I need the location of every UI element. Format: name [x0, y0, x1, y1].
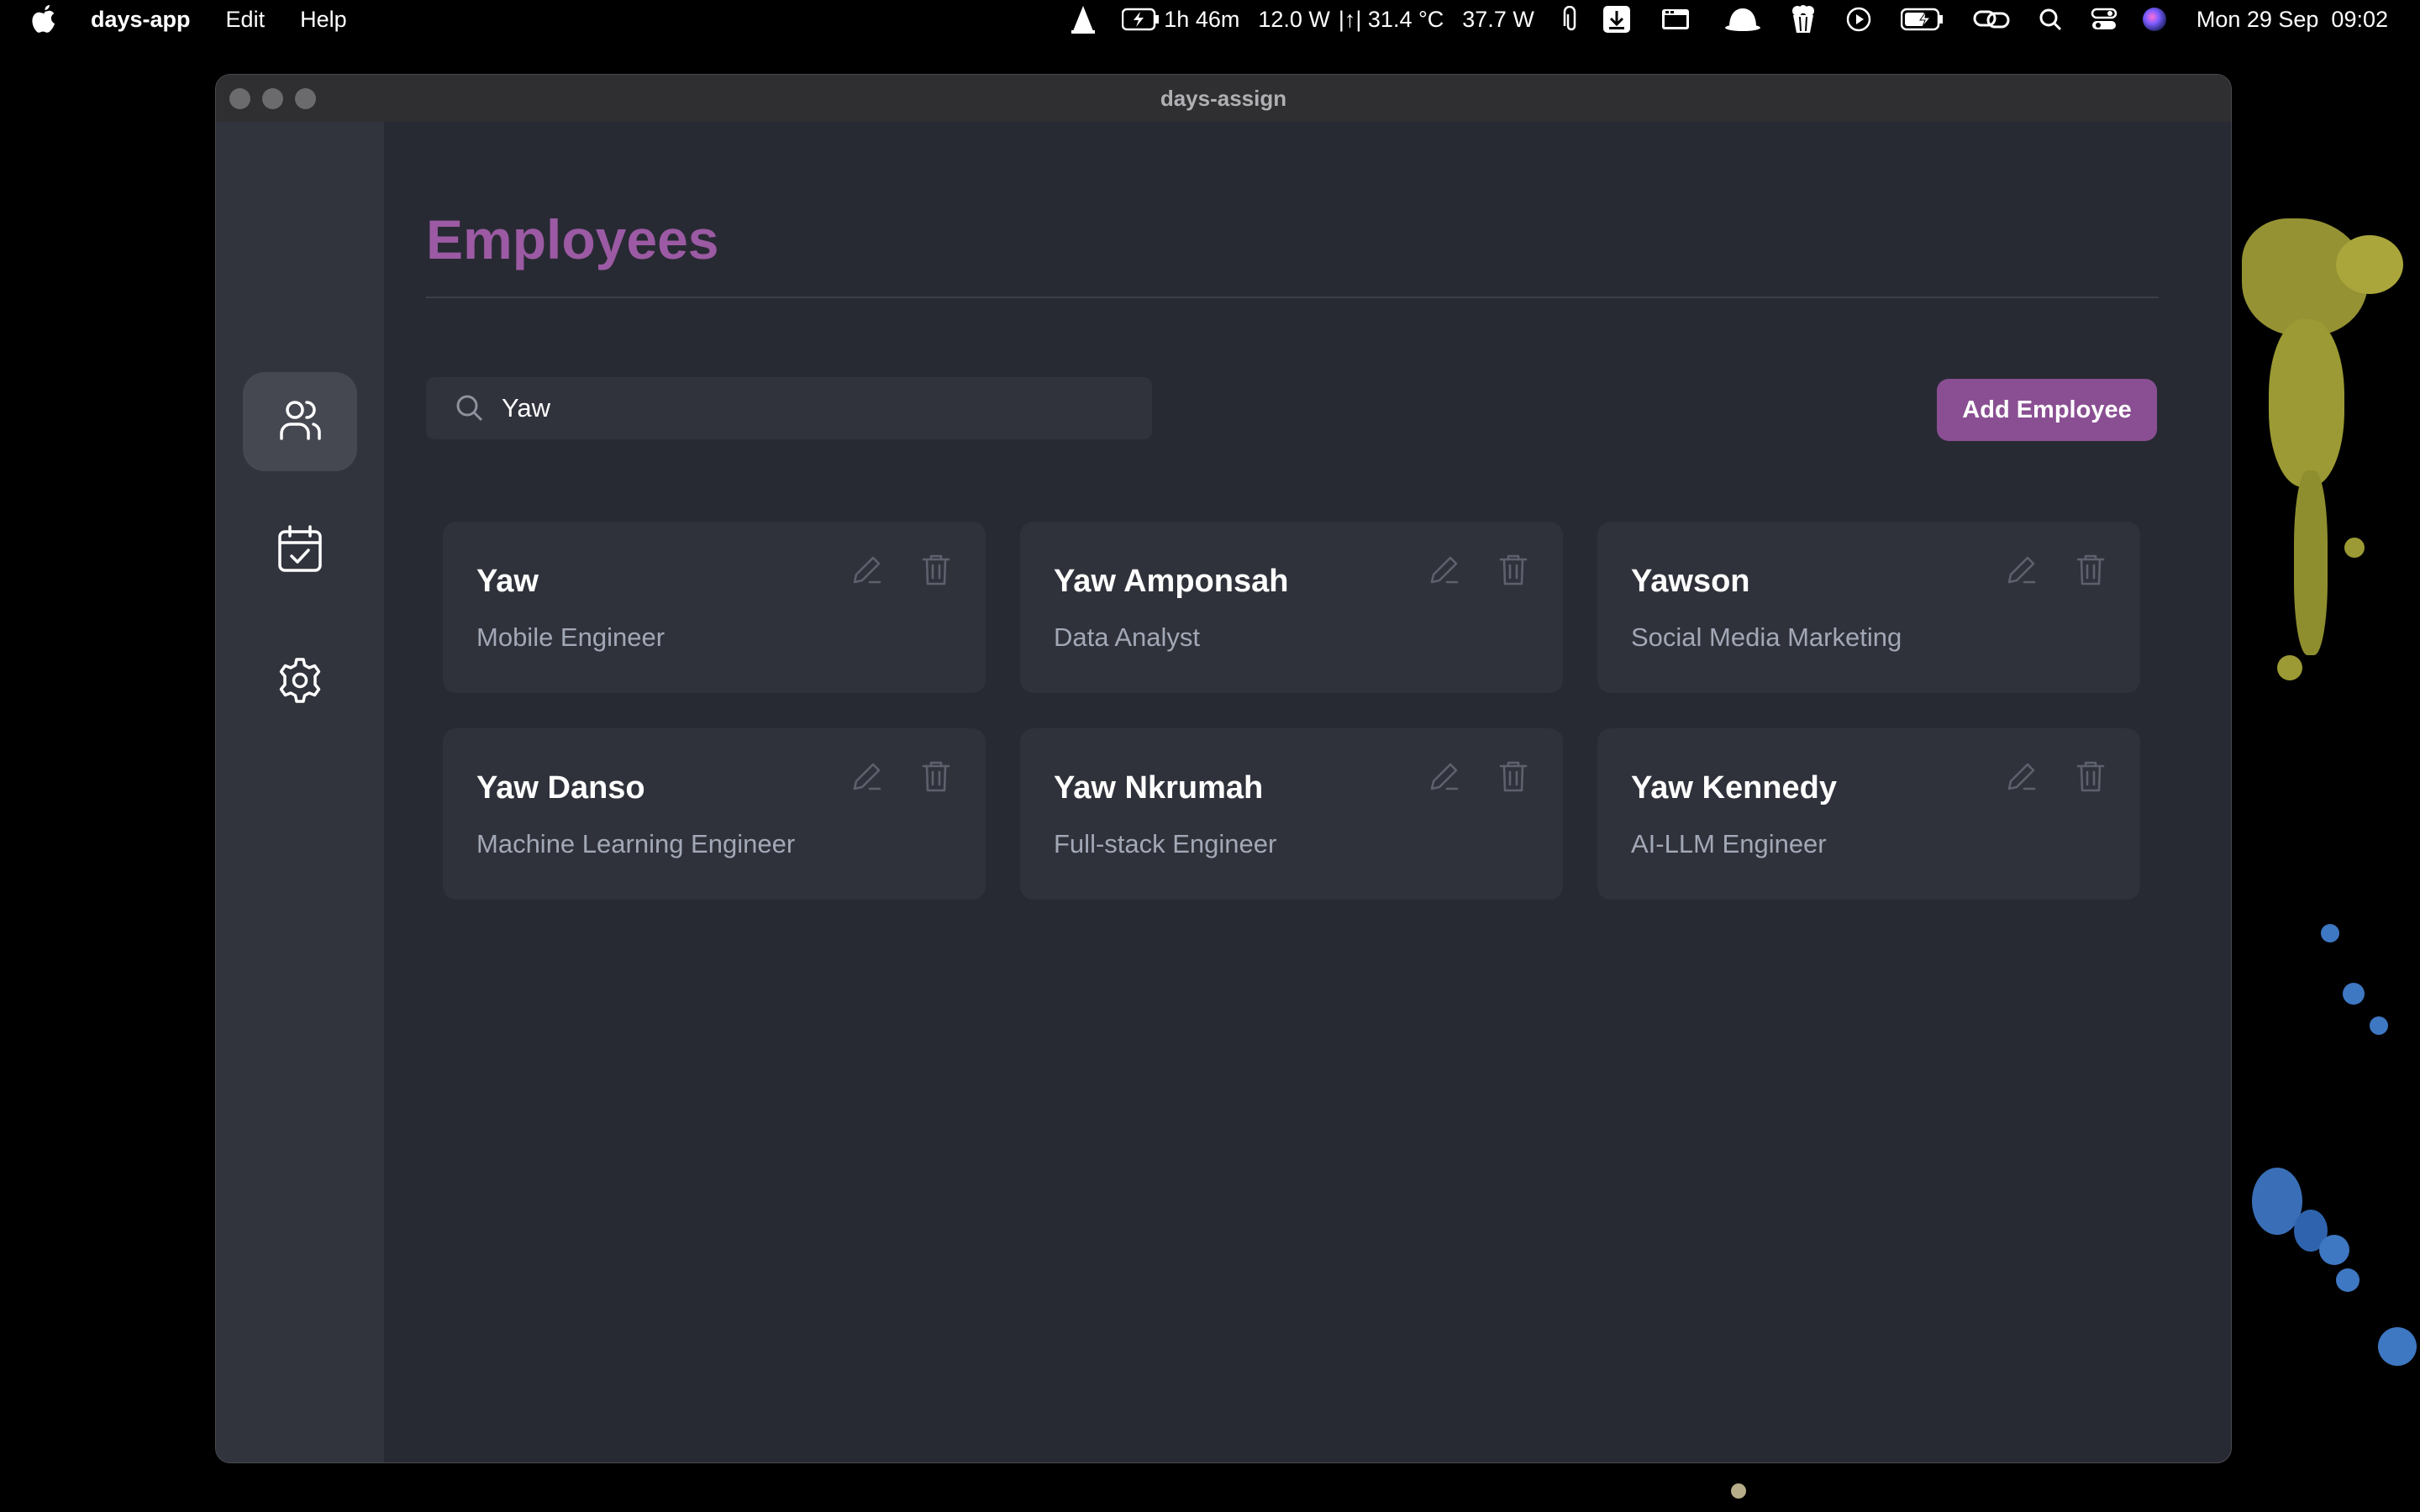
menu-app-name[interactable]: days-app [91, 7, 191, 33]
search-icon [455, 393, 485, 423]
employee-role: Full-stack Engineer [1054, 829, 1277, 858]
title-bar[interactable]: days-assign [216, 75, 2231, 122]
search-field[interactable] [426, 377, 1152, 439]
paperclip-icon[interactable] [1563, 6, 1580, 33]
page-title: Employees [426, 208, 719, 270]
employee-role: Machine Learning Engineer [476, 829, 796, 858]
employee-card[interactable]: Yaw Nkrumah Full-stack Engineer [1020, 728, 1563, 900]
trash-icon [1499, 554, 1528, 585]
menu-edit[interactable]: Edit [226, 7, 266, 33]
employee-name: Yaw Kennedy [1631, 770, 1837, 806]
delete-button[interactable] [2073, 759, 2108, 794]
employee-card[interactable]: Yaw Kennedy AI-LLM Engineer [1597, 728, 2140, 900]
menu-bar: days-app Edit Help 1h 46m 12.0 W |↑| 31.… [0, 0, 2420, 39]
employee-card[interactable]: Yaw Danso Machine Learning Engineer [443, 728, 986, 900]
power-draw: 37.7 W [1462, 6, 1534, 32]
title-divider [426, 297, 2159, 298]
search-input[interactable] [502, 393, 1090, 423]
popcorn-icon[interactable] [1790, 5, 1817, 34]
trash-icon [1499, 761, 1528, 792]
download-icon[interactable] [1602, 4, 1632, 34]
app-window: days-assign Employees Yaw Add Employee Y… [215, 74, 2232, 1463]
link-icon[interactable] [1973, 7, 2010, 32]
search-icon[interactable] [2039, 8, 2062, 31]
main-content: Employees Add Employee Yaw Mobile Enginee… [384, 122, 2231, 1462]
hat-icon[interactable] [1724, 7, 1761, 32]
play-circle-icon[interactable] [1845, 6, 1872, 33]
close-button[interactable] [229, 88, 250, 109]
employee-card[interactable]: Yawson Social Media Marketing [1597, 522, 2140, 693]
trash-icon [922, 761, 950, 792]
siri-icon[interactable] [2141, 6, 2168, 33]
employee-card[interactable]: Yaw Amponsah Data Analyst [1020, 522, 1563, 693]
employee-card[interactable]: Yaw Mobile Engineer [443, 522, 986, 693]
employee-role: Social Media Marketing [1631, 622, 1902, 652]
employee-name: Yaw [476, 564, 539, 599]
zoom-button[interactable] [295, 88, 316, 109]
pencil-icon [1430, 763, 1459, 790]
edit-button[interactable] [850, 552, 885, 587]
employee-name: Yaw Amponsah [1054, 564, 1289, 599]
edit-button[interactable] [2004, 759, 2039, 794]
edit-button[interactable] [850, 759, 885, 794]
employee-name: Yaw Nkrumah [1054, 770, 1264, 806]
sidebar-item-assignments[interactable] [243, 501, 357, 601]
employee-role: Data Analyst [1054, 622, 1201, 652]
minimize-button[interactable] [262, 88, 283, 109]
temperature: |↑| 31.4 °C [1338, 6, 1444, 32]
employee-name: Yawson [1631, 564, 1750, 599]
employee-name: Yaw Danso [476, 770, 645, 806]
users-icon [275, 395, 325, 449]
trash-icon [922, 554, 950, 585]
delete-button[interactable] [918, 759, 954, 794]
battery-charging-icon[interactable] [1122, 8, 1160, 31]
employee-role: AI-LLM Engineer [1631, 829, 1827, 858]
gear-icon [275, 655, 325, 710]
battery-icon[interactable] [1900, 8, 1944, 31]
trash-icon [2076, 761, 2105, 792]
delete-button[interactable] [918, 552, 954, 587]
add-employee-button[interactable]: Add Employee [1937, 379, 2157, 441]
pencil-icon [2007, 556, 2036, 584]
vlc-icon[interactable] [1070, 4, 1097, 34]
delete-button[interactable] [1496, 759, 1531, 794]
sidebar [216, 122, 384, 1462]
employee-role: Mobile Engineer [476, 622, 666, 652]
window-icon[interactable] [1660, 8, 1691, 31]
edit-button[interactable] [2004, 552, 2039, 587]
sidebar-item-settings[interactable] [243, 633, 357, 732]
sidebar-item-employees[interactable] [243, 372, 357, 471]
clock[interactable]: Mon 29 Sep 09:02 [2196, 7, 2388, 33]
apple-icon[interactable] [32, 5, 57, 34]
trash-icon [2076, 554, 2105, 585]
menu-help[interactable]: Help [300, 7, 347, 33]
pencil-icon [1430, 556, 1459, 584]
pencil-icon [853, 763, 881, 790]
window-title: days-assign [1160, 85, 1287, 111]
employee-grid: Yaw Mobile Engineer Yaw Amponsah Data Analy… [443, 522, 2140, 900]
power-in: 12.0 W [1258, 6, 1330, 32]
battery-time: 1h 46m [1164, 6, 1240, 32]
control-center-icon[interactable] [2091, 7, 2118, 32]
pencil-icon [853, 556, 881, 584]
calendar-check-icon [276, 524, 324, 579]
delete-button[interactable] [2073, 552, 2108, 587]
edit-button[interactable] [1427, 552, 1462, 587]
pencil-icon [2007, 763, 2036, 790]
edit-button[interactable] [1427, 759, 1462, 794]
delete-button[interactable] [1496, 552, 1531, 587]
